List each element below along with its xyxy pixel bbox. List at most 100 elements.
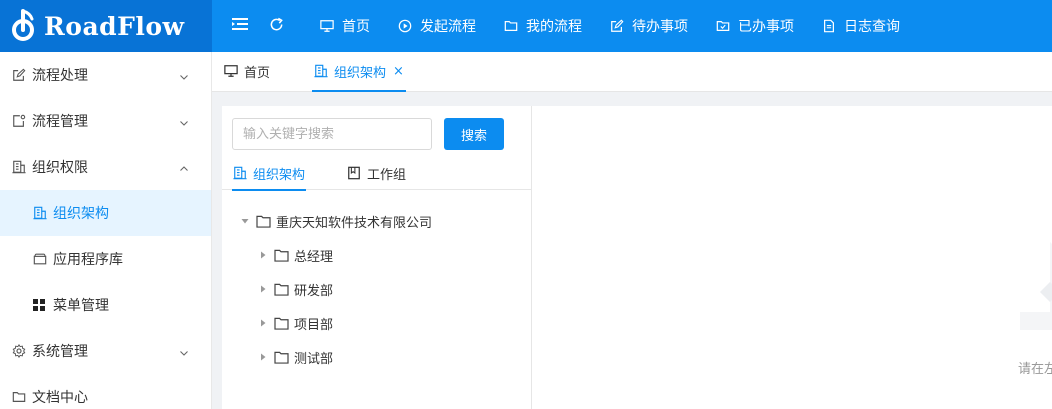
building-icon [33, 206, 47, 220]
caret-right-icon[interactable] [258, 284, 268, 294]
topnav-label: 日志查询 [844, 19, 900, 35]
settings-doc-icon [12, 114, 26, 128]
sidebar-item-doc-center[interactable]: 文档中心 [0, 374, 211, 409]
caret-right-icon[interactable] [258, 352, 268, 362]
sidebar-item-system-manage[interactable]: 系统管理 [0, 328, 211, 374]
grid-icon [33, 298, 47, 312]
folder-icon [274, 249, 289, 262]
monitor-icon [224, 65, 238, 77]
menu-toggle-button[interactable] [222, 0, 258, 52]
tree-node[interactable]: 研发部 [222, 272, 532, 306]
tree-node-label: 项目部 [294, 317, 334, 333]
topnav-todo[interactable]: 待办事项 [600, 0, 698, 52]
monitor-icon [320, 20, 334, 32]
gear-icon [12, 344, 26, 358]
tab-label: 首页 [244, 65, 271, 81]
file-text-icon [824, 19, 834, 33]
tree-node-label: 测试部 [294, 351, 334, 367]
topnav-label: 已办事项 [738, 19, 794, 35]
sidebar-item-label: 菜单管理 [53, 298, 109, 314]
topnav-log[interactable]: 日志查询 [812, 0, 910, 52]
sidebar-item-label: 系统管理 [32, 344, 88, 360]
refresh-button[interactable] [258, 0, 294, 52]
topnav-home[interactable]: 首页 [310, 0, 380, 52]
roadflow-logo-icon [10, 9, 36, 43]
search-input[interactable] [232, 118, 432, 150]
folder-icon [256, 215, 271, 228]
tab-label: 工作组 [367, 167, 407, 183]
caret-down-icon[interactable] [240, 216, 250, 226]
tree-node[interactable]: 总经理 [222, 238, 532, 272]
building-icon [233, 166, 247, 180]
detail-panel: 请在左 [532, 106, 1052, 409]
topnav-start-flow[interactable]: 发起流程 [388, 0, 486, 52]
building-icon [12, 160, 26, 174]
top-bar: RoadFlow 首页 发起流程 我的流程 待办事项 已办事项 日志查询 [0, 0, 1052, 52]
topnav-label: 待办事项 [632, 19, 688, 35]
sidebar-item-label: 组织权限 [32, 160, 88, 176]
empty-illustration-icon [1020, 242, 1052, 330]
topnav-my-flow[interactable]: 我的流程 [494, 0, 592, 52]
sidebar-item-menu-manage[interactable]: 菜单管理 [0, 282, 211, 328]
sidebar-item-app-library[interactable]: 应用程序库 [0, 236, 211, 282]
sidebar-item-flow-manage[interactable]: 流程管理 [0, 98, 211, 144]
app-logo-text: RoadFlow [44, 11, 185, 41]
empty-hint: 请在左 [1018, 362, 1052, 377]
chevron-up-icon [179, 162, 189, 172]
tree-node-label: 重庆天知软件技术有限公司 [276, 215, 433, 231]
folder-check-icon [716, 21, 730, 31]
tab-home[interactable]: 首页 [222, 51, 272, 91]
sidebar-item-label: 文档中心 [32, 390, 88, 406]
tab-org-structure-inner[interactable]: 组织架构 [232, 156, 307, 191]
tab-workgroup[interactable]: 工作组 [346, 156, 407, 190]
sidebar-item-org-permission[interactable]: 组织权限 [0, 144, 211, 190]
sidebar: 流程处理 流程管理 组织权限 组织架构 应用程序库 菜单管理 系统管理 文档中心 [0, 52, 212, 409]
sidebar-item-flow-handle[interactable]: 流程处理 [0, 52, 211, 98]
top-nav: 首页 发起流程 我的流程 待办事项 已办事项 日志查询 [310, 0, 910, 52]
main-content: 首页 组织架构 × 搜索 组织架构 工作组 [212, 52, 1052, 409]
book-icon [348, 166, 360, 180]
chevron-down-icon [179, 70, 189, 80]
chevron-down-icon [179, 116, 189, 126]
tree-node-label: 研发部 [294, 283, 334, 299]
search-button[interactable]: 搜索 [444, 118, 504, 150]
caret-right-icon[interactable] [258, 250, 268, 260]
chevron-down-icon [179, 346, 189, 356]
inbox-icon [33, 252, 47, 266]
menu-fold-icon [232, 17, 248, 35]
folder-icon [274, 351, 289, 364]
edit-icon [12, 68, 26, 82]
search-bar: 搜索 [232, 118, 504, 150]
refresh-icon [269, 17, 284, 36]
caret-right-icon[interactable] [258, 318, 268, 328]
tree-node-label: 总经理 [294, 249, 334, 265]
tab-label: 组织架构 [253, 167, 306, 183]
folder-icon [504, 21, 518, 31]
org-tree: 重庆天知软件技术有限公司 总经理 研发部 项目部 测试部 [222, 204, 532, 374]
tree-node-root[interactable]: 重庆天知软件技术有限公司 [222, 204, 532, 238]
sidebar-item-label: 流程处理 [32, 68, 88, 84]
sidebar-item-label: 应用程序库 [53, 252, 123, 268]
tree-node[interactable]: 测试部 [222, 340, 532, 374]
tree-node[interactable]: 项目部 [222, 306, 532, 340]
sidebar-item-org-structure[interactable]: 组织架构 [0, 190, 211, 236]
tab-label: 组织架构 [334, 65, 387, 81]
topnav-label: 我的流程 [526, 19, 582, 35]
building-icon [314, 64, 328, 78]
page-tabs: 首页 组织架构 × [212, 52, 1052, 92]
edit-icon [611, 19, 624, 32]
play-circle-icon [398, 19, 412, 33]
sidebar-item-label: 组织架构 [53, 206, 109, 222]
org-tree-panel: 搜索 组织架构 工作组 重庆天知软件技术有限公司 [222, 106, 532, 409]
folder-icon [274, 283, 289, 296]
close-icon[interactable]: × [393, 64, 404, 79]
org-tabs: 组织架构 工作组 [222, 156, 532, 191]
app-logo[interactable]: RoadFlow [0, 0, 212, 52]
tab-org-structure[interactable]: 组织架构 × [312, 51, 406, 92]
topnav-label: 发起流程 [420, 19, 476, 35]
folder-icon [274, 317, 289, 330]
sidebar-item-label: 流程管理 [32, 114, 88, 130]
folder-icon [12, 390, 26, 404]
topnav-done[interactable]: 已办事项 [706, 0, 804, 52]
topnav-label: 首页 [342, 19, 370, 35]
